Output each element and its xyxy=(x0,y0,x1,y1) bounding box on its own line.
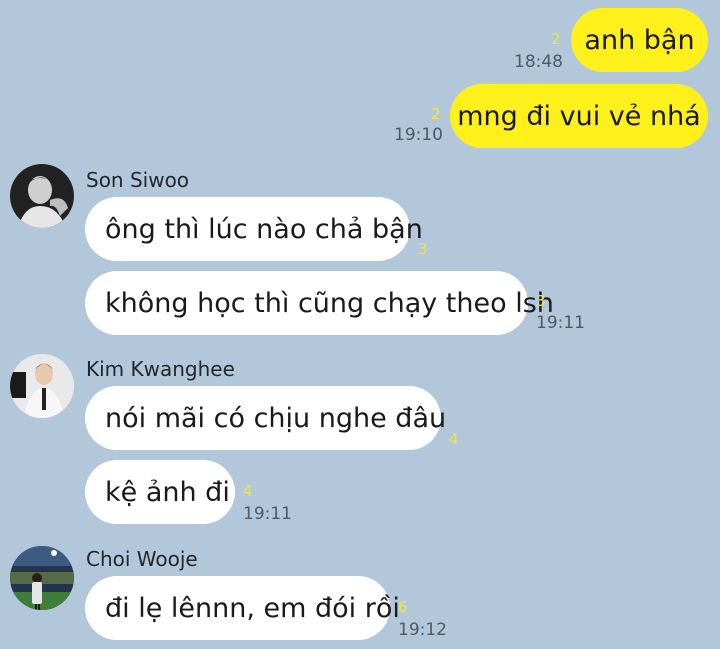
my-message-bubble[interactable]: anh bận xyxy=(571,8,708,72)
unread-count: 3 xyxy=(536,292,546,310)
avatar-son-siwoo[interactable] xyxy=(10,164,74,228)
profile-photo-icon xyxy=(10,546,74,610)
message-time: 18:48 xyxy=(514,52,563,72)
other-message-bubble[interactable]: không học thì cũng chạy theo lsh xyxy=(85,271,554,335)
unread-count: 2 xyxy=(551,30,561,48)
message-text: đi lẹ lênnn, em đói rồi xyxy=(105,592,400,624)
other-message-bubble[interactable]: đi lẹ lênnn, em đói rồi xyxy=(85,576,400,640)
unread-count: 4 xyxy=(243,482,253,500)
unread-count: 4 xyxy=(449,430,459,448)
sender-name: Kim Kwanghee xyxy=(86,357,235,381)
sender-name: Son Siwoo xyxy=(86,168,190,192)
profile-photo-icon xyxy=(10,164,74,228)
message-text: nói mãi có chịu nghe đâu xyxy=(105,402,447,434)
sender-name: Choi Wooje xyxy=(86,547,198,571)
avatar-kim-kwanghee[interactable] xyxy=(10,354,74,418)
other-message-bubble[interactable]: nói mãi có chịu nghe đâu xyxy=(85,386,446,450)
unread-count: 3 xyxy=(418,240,428,258)
message-time: 19:12 xyxy=(398,620,447,640)
message-text: anh bận xyxy=(584,24,695,56)
other-message-bubble[interactable]: kệ ảnh đi xyxy=(85,460,235,524)
message-time: 19:11 xyxy=(536,313,585,333)
other-message-bubble[interactable]: ông thì lúc nào chả bận xyxy=(85,197,423,261)
message-text: kệ ảnh đi xyxy=(105,476,230,508)
my-message-bubble[interactable]: mng đi vui vẻ nhá xyxy=(450,84,708,148)
message-time: 19:10 xyxy=(394,125,443,145)
message-text: mng đi vui vẻ nhá xyxy=(457,100,701,132)
avatar-choi-wooje[interactable] xyxy=(10,546,74,610)
profile-photo-icon xyxy=(10,354,74,418)
unread-count: 6 xyxy=(398,598,408,616)
message-time: 19:11 xyxy=(243,504,292,524)
unread-count: 2 xyxy=(431,105,441,123)
message-text: không học thì cũng chạy theo lsh xyxy=(105,287,554,319)
message-text: ông thì lúc nào chả bận xyxy=(105,213,423,245)
